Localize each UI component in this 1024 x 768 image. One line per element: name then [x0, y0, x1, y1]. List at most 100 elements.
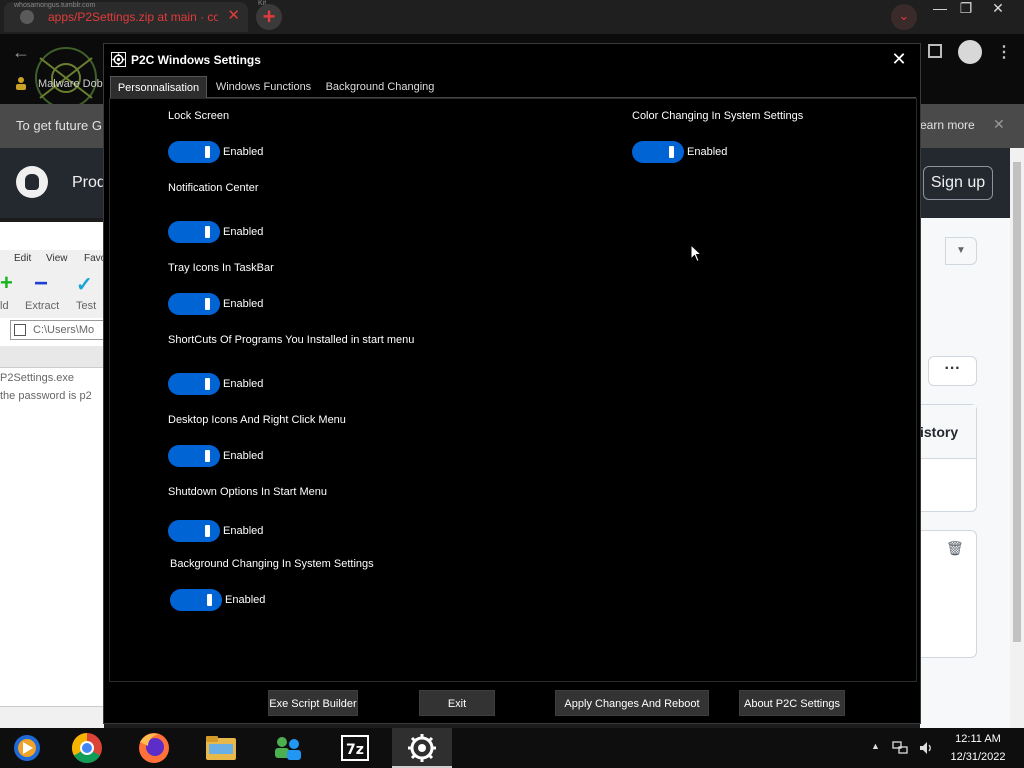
network-people-icon[interactable]	[258, 728, 318, 768]
lock-screen-state: Enabled	[223, 146, 264, 158]
background-changing-state: Enabled	[225, 594, 266, 606]
start-menu-shortcuts-label: ShortCuts Of Programs You Installed in s…	[168, 334, 415, 346]
tab-small-text: whosamongus.tumblr.com	[14, 2, 96, 9]
test-icon[interactable]: ✓	[76, 272, 93, 297]
extract-icon[interactable]: −	[34, 270, 48, 298]
chevron-down-icon: ⌄	[898, 8, 910, 23]
exe-script-builder-button[interactable]: Exe Script Builder	[268, 690, 358, 716]
p2c-settings-dialog: P2C Windows Settings ✕ Personnalisation …	[103, 43, 921, 724]
toggle-knob	[205, 450, 210, 462]
list-item[interactable]: the password is p2	[0, 390, 104, 402]
lock-screen-label: Lock Screen	[168, 110, 230, 122]
banner-close-icon[interactable]: ✕	[993, 116, 1005, 133]
color-changing-label: Color Changing In System Settings	[632, 110, 804, 122]
profile-avatar-icon[interactable]	[958, 40, 982, 64]
sign-up-button[interactable]: Sign up	[923, 166, 993, 200]
folder-up-icon[interactable]	[14, 324, 26, 336]
settings-gear-icon[interactable]	[392, 728, 452, 768]
back-arrow-icon[interactable]: ←	[12, 42, 30, 63]
network-icon[interactable]	[892, 741, 908, 755]
clock-time[interactable]: 12:11 AM	[940, 733, 1016, 745]
folder-glyph-icon	[206, 736, 236, 760]
menu-view[interactable]: View	[46, 253, 68, 264]
notification-center-label: Notification Center	[168, 182, 259, 194]
more-options-button[interactable]: ···	[928, 356, 977, 386]
background-changing-toggle[interactable]	[170, 589, 222, 611]
add-icon[interactable]: +	[0, 270, 13, 296]
7zip-box-icon: 7z	[341, 735, 369, 761]
personnalisation-panel: Lock Screen Enabled Notification Center …	[109, 98, 917, 682]
tab-background-changing[interactable]: Background Changing	[322, 76, 438, 98]
desktop-icons-toggle[interactable]	[168, 445, 220, 467]
tab-close-icon[interactable]: ✕	[227, 8, 240, 23]
dialog-tab-bar: Personnalisation Windows Functions Backg…	[110, 76, 916, 98]
volume-icon[interactable]	[918, 740, 934, 756]
shutdown-options-state: Enabled	[223, 525, 264, 537]
test-label[interactable]: Test	[76, 300, 96, 312]
notification-center-state: Enabled	[223, 226, 264, 238]
banner-learn-more-link[interactable]: earn more	[920, 118, 975, 132]
tray-icons-state: Enabled	[223, 298, 264, 310]
people-glyph-icon	[275, 737, 301, 760]
trash-icon[interactable]: 🗑	[946, 540, 964, 557]
commit-box	[920, 404, 977, 512]
menu-kebab-icon[interactable]: ⋮	[996, 42, 1012, 62]
7zip-statusbar	[0, 706, 104, 728]
7zip-path-field[interactable]: C:\Users\Mo	[10, 320, 104, 340]
toggle-knob	[205, 298, 210, 310]
github-logo-icon[interactable]	[16, 166, 48, 198]
chrome-icon[interactable]	[57, 728, 117, 768]
list-item[interactable]: P2Settings.exe	[0, 372, 104, 384]
extract-label[interactable]: Extract	[25, 300, 59, 312]
toggle-knob	[669, 146, 674, 158]
background-changing-label: Background Changing In System Settings	[170, 558, 374, 570]
lock-screen-toggle[interactable]	[168, 141, 220, 163]
bookmark-label[interactable]: Malware Dob	[38, 78, 103, 90]
file-explorer-icon[interactable]	[191, 728, 251, 768]
tab-search-button[interactable]: ⌄	[891, 4, 917, 30]
about-p2c-settings-button[interactable]: About P2C Settings	[739, 690, 845, 716]
toggle-knob	[205, 146, 210, 158]
plus-icon: +	[262, 4, 276, 29]
page-scrollbar[interactable]	[1010, 148, 1024, 728]
color-changing-toggle[interactable]	[632, 141, 684, 163]
firefox-glyph-icon	[139, 733, 169, 763]
browser-tab-strip: whosamongus.tumblr.com apps/P2Settings.z…	[0, 0, 1024, 34]
firefox-icon[interactable]	[124, 728, 184, 768]
7zip-window: Edit View Favo + ld − Extract ✓ Test C:\…	[0, 222, 106, 728]
product-menu[interactable]: Prod	[72, 174, 106, 192]
tab-windows-functions[interactable]: Windows Functions	[211, 76, 316, 98]
exit-button[interactable]: Exit	[419, 690, 495, 716]
shutdown-options-label: Shutdown Options In Start Menu	[168, 486, 327, 498]
menu-edit[interactable]: Edit	[14, 253, 31, 264]
branch-dropdown-chevron-icon[interactable]: ▼	[945, 237, 977, 265]
shutdown-options-toggle[interactable]	[168, 520, 220, 542]
windows-media-player-icon[interactable]	[0, 728, 60, 768]
media-player-glyph-icon	[14, 735, 40, 761]
tab-personnalisation[interactable]: Personnalisation	[110, 76, 207, 98]
restore-browser-button[interactable]: ❐	[950, 0, 982, 18]
color-changing-state: Enabled	[687, 146, 728, 158]
7zip-icon[interactable]: 7z	[325, 728, 385, 768]
notification-center-toggle[interactable]	[168, 221, 220, 243]
close-browser-button[interactable]: ✕	[982, 0, 1014, 18]
apply-and-reboot-button[interactable]: Apply Changes And Reboot	[555, 690, 709, 716]
browser-tab[interactable]: whosamongus.tumblr.com apps/P2Settings.z…	[4, 2, 248, 32]
close-icon[interactable]: ✕	[888, 49, 910, 71]
history-link[interactable]: istory	[920, 424, 958, 440]
chrome-glyph-icon	[71, 733, 102, 764]
start-menu-shortcuts-state: Enabled	[223, 378, 264, 390]
scrollbar-thumb[interactable]	[1013, 162, 1021, 642]
path-text: C:\Users\Mo	[33, 324, 95, 336]
bookmark-person-icon	[16, 77, 26, 90]
extensions-icon[interactable]	[928, 44, 942, 58]
tray-icons-toggle[interactable]	[168, 293, 220, 315]
add-label[interactable]: ld	[0, 300, 9, 312]
new-tab-button[interactable]: +	[256, 4, 282, 30]
clock-date[interactable]: 12/31/2022	[940, 751, 1016, 763]
start-menu-shortcuts-toggle[interactable]	[168, 373, 220, 395]
settings-gear-icon	[111, 52, 126, 67]
toggle-knob	[205, 525, 210, 537]
7zip-list-header	[0, 346, 104, 368]
tray-overflow-chevron-icon[interactable]: ▲	[871, 741, 880, 751]
